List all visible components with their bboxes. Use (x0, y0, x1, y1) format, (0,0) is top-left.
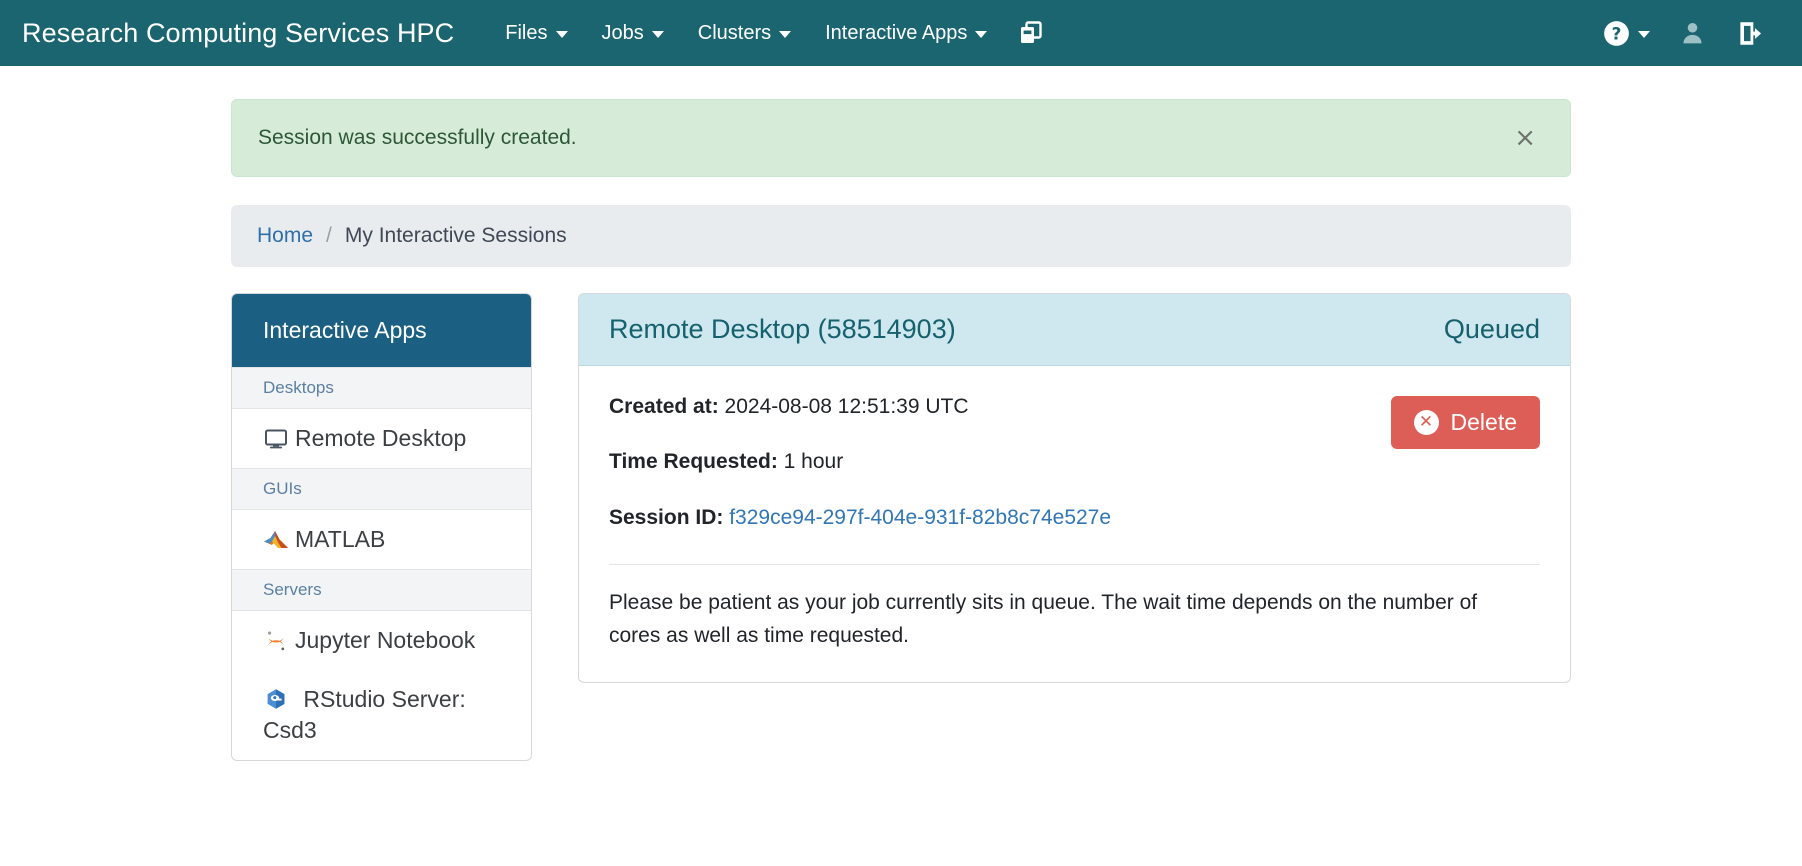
my-interactive-sessions-button[interactable] (1004, 10, 1058, 56)
nav-menu-files-label: Files (505, 22, 547, 45)
sidebar-item-label: Remote Desktop (295, 423, 466, 454)
detail-time-requested-value: 1 hour (784, 450, 844, 473)
sidebar-item-label: RStudio Server: Csd3 (263, 686, 466, 743)
sidebar-group-servers: Servers (232, 569, 531, 611)
sidebar-item-matlab[interactable]: MATLAB (232, 510, 531, 569)
interactive-apps-sidebar: Interactive Apps Desktops Remote Desktop… (231, 293, 532, 761)
session-title: Remote Desktop (58514903) (609, 314, 1444, 345)
page-container: Session was successfully created. × Home… (231, 66, 1571, 761)
sidebar-item-remote-desktop[interactable]: Remote Desktop (232, 409, 531, 468)
session-details-row: Created at: 2024-08-08 12:51:39 UTC Time… (609, 392, 1540, 558)
chevron-down-icon (779, 31, 791, 38)
nav-menu-jobs[interactable]: Jobs (585, 12, 681, 55)
nav-menu-clusters-label: Clusters (698, 22, 771, 45)
user-icon (1680, 20, 1705, 46)
delete-button-label: Delete (1451, 409, 1517, 436)
logout-button[interactable] (1723, 10, 1778, 57)
sidebar-item-label: MATLAB (295, 524, 385, 555)
jupyter-icon (263, 628, 289, 654)
nav-menu-files[interactable]: Files (488, 12, 584, 55)
status-badge: Queued (1444, 314, 1540, 345)
session-details: Created at: 2024-08-08 12:51:39 UTC Time… (609, 392, 1391, 558)
detail-created-at-key: Created at: (609, 395, 719, 418)
chevron-down-icon (556, 31, 568, 38)
matlab-icon (263, 527, 289, 553)
desktop-monitor-icon (263, 426, 289, 452)
chevron-down-icon (975, 31, 987, 38)
detail-session-id: Session ID: f329ce94-297f-404e-931f-82b8… (609, 503, 1391, 532)
chevron-down-icon (652, 31, 664, 38)
detail-created-at: Created at: 2024-08-08 12:51:39 UTC (609, 392, 1391, 421)
detail-created-at-value: 2024-08-08 12:51:39 UTC (725, 395, 969, 418)
breadcrumb: Home / My Interactive Sessions (231, 205, 1571, 267)
content-row: Interactive Apps Desktops Remote Desktop… (231, 293, 1571, 761)
nav-menu-interactive-apps-label: Interactive Apps (825, 22, 967, 45)
user-menu-button[interactable] (1666, 10, 1719, 56)
chevron-down-icon (1638, 31, 1650, 38)
primary-nav: Files Jobs Clusters Interactive Apps (488, 10, 1058, 56)
sidebar-group-desktops: Desktops (232, 367, 531, 409)
question-circle-icon: ? (1603, 20, 1630, 47)
close-icon[interactable]: × (1506, 121, 1544, 155)
svg-text:?: ? (1612, 23, 1622, 43)
queue-note: Please be patient as your job currently … (609, 587, 1494, 652)
detail-session-id-link[interactable]: f329ce94-297f-404e-931f-82b8c74e527e (729, 506, 1111, 529)
breadcrumb-item-current: My Interactive Sessions (345, 224, 567, 248)
nav-menu-clusters[interactable]: Clusters (681, 12, 808, 55)
success-alert: Session was successfully created. × (231, 99, 1571, 177)
sidebar-group-guis: GUIs (232, 468, 531, 510)
sidebar-title: Interactive Apps (232, 294, 531, 367)
card-divider (609, 564, 1540, 565)
detail-time-requested-key: Time Requested: (609, 450, 778, 473)
detail-time-requested: Time Requested: 1 hour (609, 447, 1391, 476)
breadcrumb-item-home[interactable]: Home (257, 224, 313, 248)
sidebar-item-label: Jupyter Notebook (295, 625, 475, 656)
rstudio-icon (263, 686, 289, 712)
x-circle-icon: ✕ (1414, 410, 1439, 435)
detail-session-id-key: Session ID: (609, 506, 723, 529)
success-alert-message: Session was successfully created. (258, 126, 1506, 150)
breadcrumb-separator: / (326, 224, 332, 248)
nav-menu-jobs-label: Jobs (602, 22, 644, 45)
sign-out-icon (1737, 20, 1764, 47)
nav-menu-interactive-apps[interactable]: Interactive Apps (808, 12, 1004, 55)
brand-title[interactable]: Research Computing Services HPC (14, 18, 464, 49)
secondary-nav: ? (1591, 10, 1786, 57)
help-menu-button[interactable]: ? (1591, 10, 1662, 57)
windows-stack-icon (1018, 20, 1044, 46)
session-card-body: Created at: 2024-08-08 12:51:39 UTC Time… (579, 366, 1570, 682)
session-card-header: Remote Desktop (58514903) Queued (579, 294, 1570, 366)
top-navbar: Research Computing Services HPC Files Jo… (0, 0, 1802, 66)
session-card: Remote Desktop (58514903) Queued Created… (578, 293, 1571, 683)
sidebar-item-jupyter-notebook[interactable]: Jupyter Notebook (232, 611, 531, 670)
sidebar-item-rstudio-server-csd3[interactable]: RStudio Server: Csd3 (232, 670, 531, 760)
delete-button[interactable]: ✕ Delete (1391, 396, 1540, 449)
